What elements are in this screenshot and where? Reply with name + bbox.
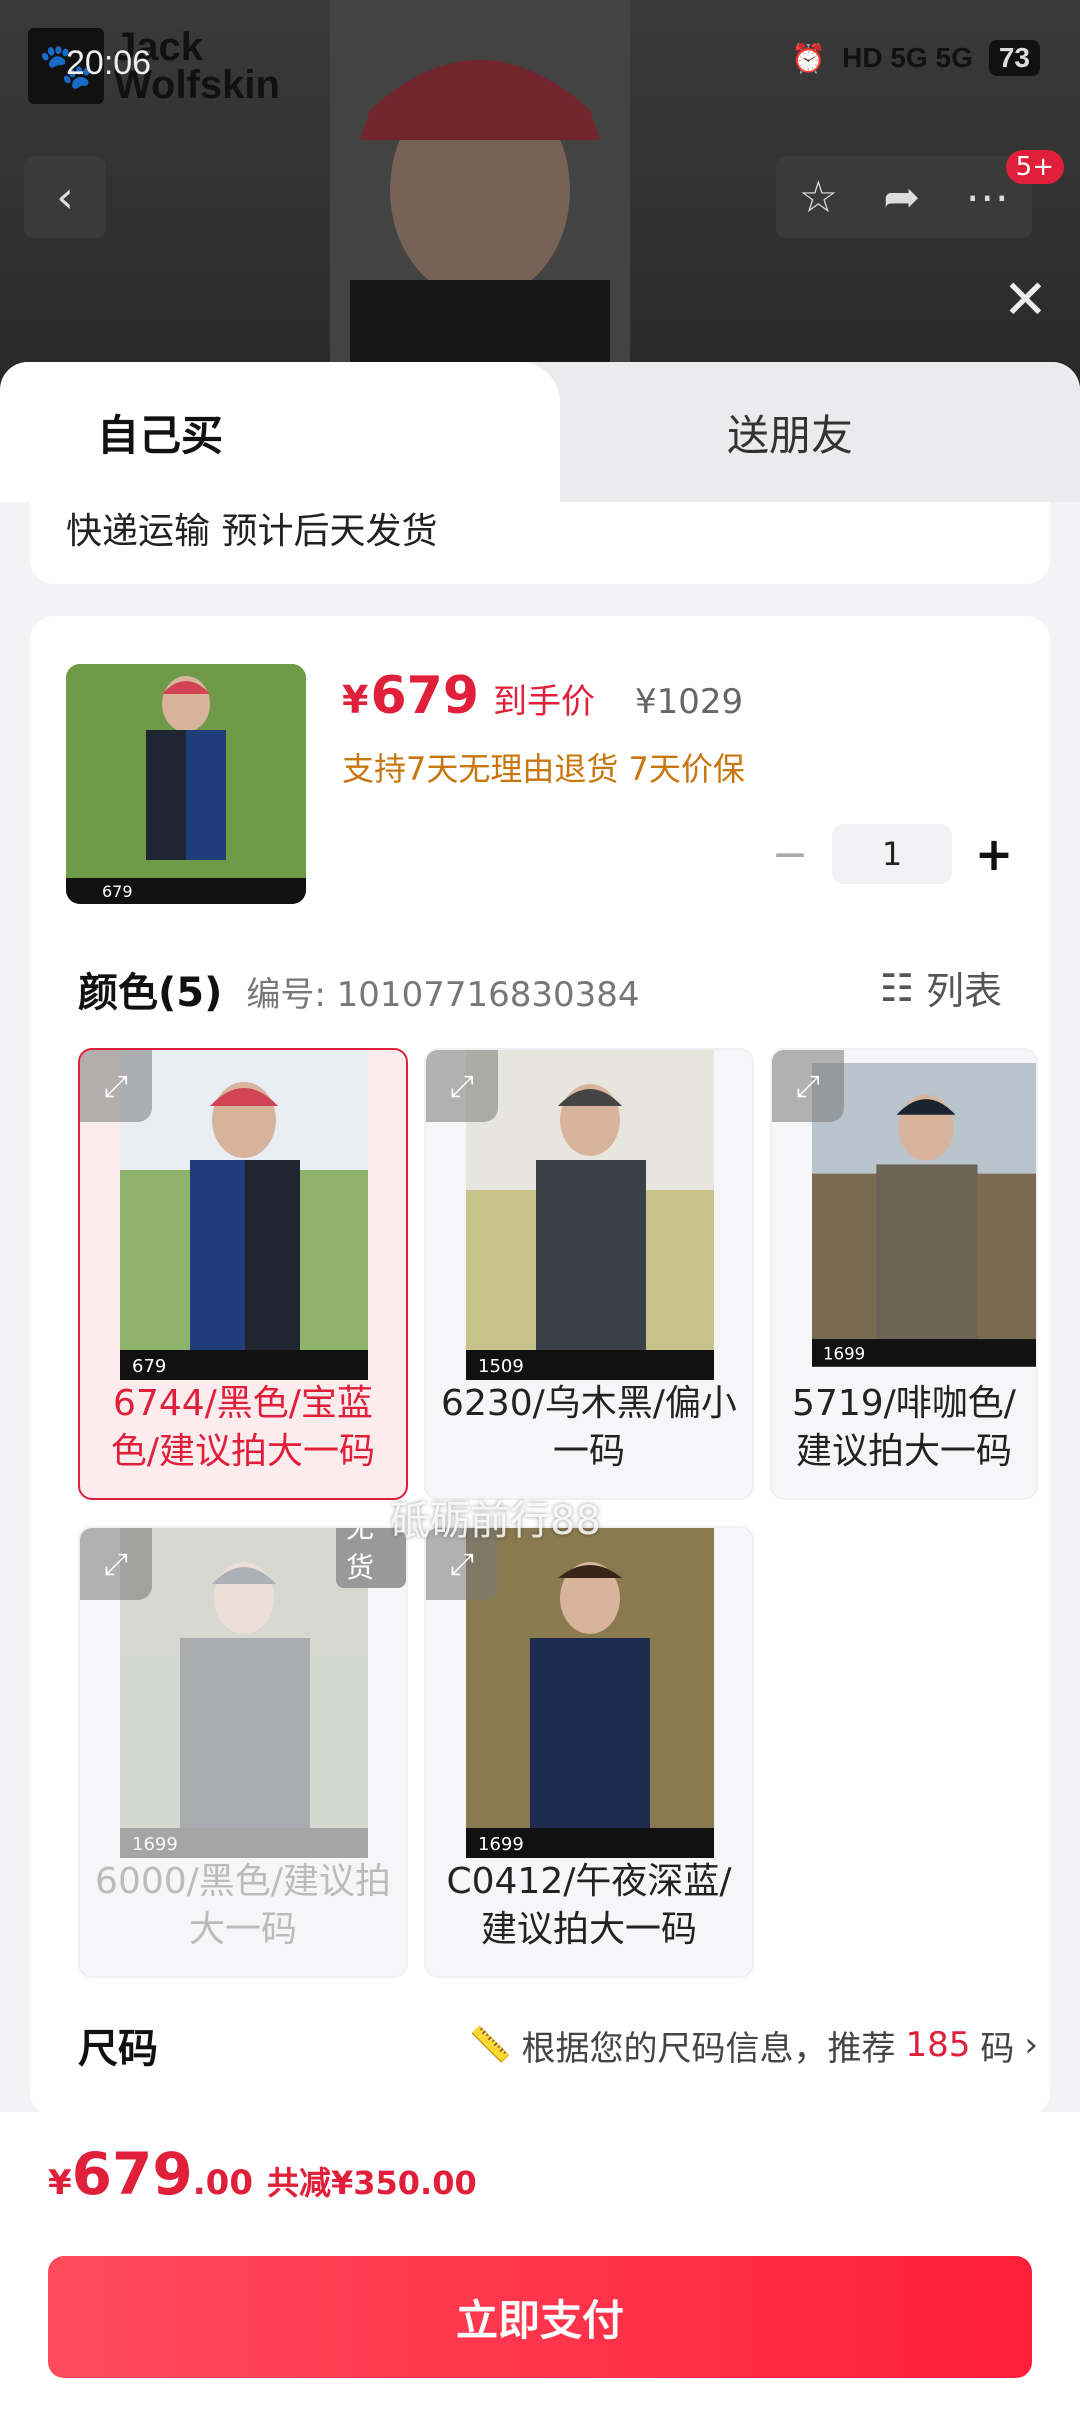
size-section: 尺码 📏 根据您的尺码信息，推荐 185 码 ›	[78, 2016, 1038, 2074]
option-image: 1699	[812, 1063, 1036, 1367]
zoom-icon[interactable]: ⤢	[772, 1050, 844, 1122]
sku-card: 679 ¥ 679 到手价 ¥1029 支持7天无理由退货 7天价保 − 1 +…	[30, 616, 1050, 2112]
color-title: 颜色(5)	[78, 970, 223, 1016]
status-time: 20:06	[66, 44, 152, 82]
color-option[interactable]: 1699 ⤢ 5719/啡咖色/建议拍大一码	[770, 1048, 1038, 1500]
size-title: 尺码	[78, 2026, 158, 2072]
network-indicator: HD 5G 5G	[842, 42, 973, 73]
color-option[interactable]: 1699 ⤢ C0412/午夜深蓝/建议拍大一码	[424, 1526, 754, 1978]
status-bar: ⏰ HD 5G 5G 73	[791, 40, 1040, 76]
thumbnail-image: 679	[66, 664, 306, 904]
battery-indicator: 73	[988, 40, 1040, 76]
color-option: 1699 ⤢ 6000/黑色/建议拍大一码 无货	[78, 1526, 408, 1978]
zoom-icon[interactable]: ⤢	[80, 1050, 152, 1122]
final-price: 679	[370, 666, 479, 726]
shipping-text: 快递运输 预计后天发货	[66, 511, 438, 552]
header-actions: ☆ ➦ ⋯	[776, 156, 1032, 238]
total-integer: 679	[71, 2140, 193, 2208]
total-price: ¥ 679 .00 共减¥350.00	[48, 2140, 477, 2208]
price-symbol: ¥	[342, 678, 369, 722]
alarm-icon: ⏰	[791, 42, 827, 74]
buy-mode-tabs: 自己买 送朋友	[0, 362, 1080, 502]
close-icon[interactable]: ✕	[1003, 268, 1048, 331]
product-code: 编号: 10107716830384	[246, 975, 640, 1015]
svg-text:679: 679	[132, 1356, 166, 1377]
product-thumbnail[interactable]: 679	[66, 664, 306, 904]
chevron-right-icon: ›	[1024, 2025, 1038, 2065]
checkout-bar: ¥ 679 .00 共减¥350.00 立即支付	[0, 2112, 1080, 2412]
thumb-price: 679	[102, 882, 133, 901]
tab-buy-self[interactable]: 自己买	[0, 362, 560, 502]
notification-badge: 5+	[1005, 150, 1064, 184]
list-icon: ☷	[879, 965, 914, 1010]
recommend-suffix: 码	[980, 2028, 1015, 2069]
back-button[interactable]: ‹	[24, 156, 106, 238]
tab-gift-friend[interactable]: 送朋友	[560, 362, 1080, 502]
decrease-button[interactable]: −	[770, 829, 810, 880]
star-icon[interactable]: ☆	[799, 172, 838, 223]
zoom-icon[interactable]: ⤢	[426, 1050, 498, 1122]
list-label: 列表	[925, 969, 1002, 1013]
option-image: 1699	[466, 1528, 714, 1858]
color-section-header: 颜色(5) 编号: 10107716830384	[78, 960, 640, 1018]
svg-text:1509: 1509	[478, 1356, 524, 1377]
option-image: 679	[120, 1050, 368, 1380]
total-symbol: ¥	[48, 2163, 72, 2203]
service-promises: 支持7天无理由退货 7天价保	[342, 750, 745, 788]
purchase-sheet: 自己买 送朋友 快递运输 预计后天发货 679 ¥ 679 到手价 ¥1029 …	[0, 362, 1080, 2112]
size-recommendation[interactable]: 📏 根据您的尺码信息，推荐 185 码 ›	[469, 2021, 1038, 2070]
list-view-toggle[interactable]: ☷ 列表	[880, 960, 1002, 1015]
option-label: C0412/午夜深蓝/建议拍大一码	[446, 1861, 732, 1950]
svg-text:1699: 1699	[823, 1344, 865, 1363]
option-image: 1699	[120, 1528, 368, 1858]
price-row: ¥ 679 到手价 ¥1029	[342, 666, 743, 726]
total-decimal: .00	[192, 2163, 253, 2203]
recommend-size: 185	[905, 2025, 971, 2065]
recommend-prefix: 根据您的尺码信息，推荐	[521, 2028, 896, 2069]
share-icon[interactable]: ➦	[883, 172, 920, 223]
option-label: 6230/乌木黑/偏小一码	[441, 1383, 737, 1472]
chevron-left-icon: ‹	[56, 171, 74, 223]
increase-button[interactable]: +	[974, 827, 1014, 881]
shipping-info: 快递运输 预计后天发货	[30, 502, 1050, 584]
more-icon[interactable]: ⋯	[965, 172, 1009, 223]
original-price: ¥1029	[635, 682, 744, 722]
quantity-stepper: − 1 +	[770, 824, 1014, 884]
option-label: 6744/黑色/宝蓝色/建议拍大一码	[110, 1383, 376, 1472]
svg-text:1699: 1699	[132, 1834, 178, 1855]
final-price-label: 到手价	[493, 682, 595, 722]
color-option[interactable]: 679 ⤢ 6744/黑色/宝蓝色/建议拍大一码	[78, 1048, 408, 1500]
option-label: 6000/黑色/建议拍大一码	[95, 1861, 391, 1950]
option-image: 1509	[466, 1050, 714, 1380]
discount-total: 共减¥350.00	[266, 2164, 477, 2202]
ruler-icon: 📏	[469, 2025, 512, 2065]
color-option[interactable]: 1509 ⤢ 6230/乌木黑/偏小一码	[424, 1048, 754, 1500]
option-label: 5719/啡咖色/建议拍大一码	[792, 1383, 1016, 1472]
quantity-field[interactable]: 1	[832, 824, 952, 884]
watermark: 砥砺前行88	[390, 1498, 601, 1544]
pay-now-button[interactable]: 立即支付	[48, 2256, 1032, 2378]
zoom-icon[interactable]: ⤢	[80, 1528, 152, 1600]
svg-text:1699: 1699	[478, 1834, 524, 1855]
